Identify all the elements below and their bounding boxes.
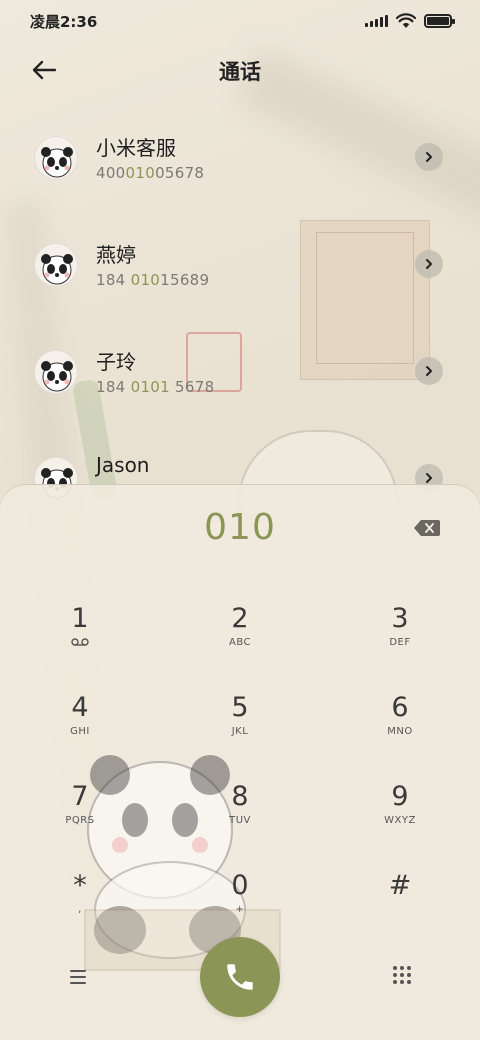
key-4[interactable]: 4 GHI [20,678,140,758]
contact-name: Jason [96,453,150,477]
number-suffix: 05678 [155,164,205,182]
battery-fill [427,17,449,25]
panda-avatar [34,136,78,180]
panda-avatar [34,243,78,287]
panda-avatar [34,350,78,394]
key-letters: JKL [231,726,249,737]
key-letters: TUV [229,815,251,826]
delete-button[interactable] [412,517,442,539]
key-digit: 9 [391,781,409,812]
key-letters: ABC [228,637,251,648]
contact-number: 184 0101 5678 [96,378,214,396]
battery-icon [424,14,455,28]
key-7[interactable]: 7 PQRS [20,767,140,847]
number-match-highlight: 010 [125,164,156,182]
key-digit: 7 [71,781,89,812]
key-letters: GHI [70,726,90,737]
key-digit: 0 [231,870,249,901]
chevron-right-icon [426,152,432,162]
key-letters: + [235,904,245,915]
contact-number: 40001005678 [96,164,204,182]
key-digit: # [388,870,412,901]
number-prefix: 184 [96,378,131,396]
status-icons [365,13,455,29]
keypad-toggle-button[interactable] [390,963,414,987]
key-hash[interactable]: # [340,856,460,936]
key-digit: 5 [231,692,249,723]
signal-bars-icon [365,15,388,27]
number-prefix: 184 [96,271,131,289]
status-time: 凌晨2:36 [30,12,98,31]
backspace-icon [414,520,440,536]
chevron-right-icon [426,259,432,269]
chevron-right-icon [426,473,432,483]
number-prefix: 400 [96,164,126,182]
dialed-number-display: 010 [204,507,276,548]
key-letters: PQRS [65,815,95,826]
key-2[interactable]: 2 ABC [180,589,300,669]
number-match-highlight: 010 [130,271,161,289]
key-digit: 2 [231,603,249,634]
key-3[interactable]: 3 DEF [340,589,460,669]
contact-name: 燕婷 [96,243,136,267]
header: 通话 [0,48,480,92]
key-9[interactable]: 9 WXYZ [340,767,460,847]
status-bar: 凌晨2:36 [0,0,480,42]
key-digit: 4 [71,692,89,723]
key-letters: DEF [389,637,411,648]
contact-number: 184 01015689 [96,271,209,289]
key-5[interactable]: 5 JKL [180,678,300,758]
menu-button[interactable] [64,965,92,989]
key-digit: 3 [391,603,409,634]
contact-item[interactable]: 小米客服 40001005678 [0,104,480,211]
menu-icon [70,970,86,972]
key-digit: 1 [71,603,89,634]
key-digit: 8 [231,781,249,812]
key-6[interactable]: 6 MNO [340,678,460,758]
key-letters [340,904,460,918]
contact-detail-button[interactable] [415,143,443,171]
contact-detail-button[interactable] [415,250,443,278]
key-digit: * [73,870,87,901]
key-letters: WXYZ [384,815,416,826]
phone-icon [227,964,253,990]
key-8[interactable]: 8 TUV [180,767,300,847]
dialpad-panel: 010 1 2 ABC 3 DEF 4 GHI 5 JKL 6 MNO 7 PQ… [0,484,480,1040]
chevron-right-icon [426,366,432,376]
contact-name: 小米客服 [96,136,176,160]
voicemail-icon [71,638,89,646]
page-title: 通话 [219,60,261,84]
key-digit: 6 [391,692,409,723]
key-letters: MNO [387,726,413,737]
contact-name: 子玲 [96,350,136,374]
key-0[interactable]: 0 + [180,856,300,936]
number-match-highlight: 0101 [130,378,170,396]
key-letters: , [78,904,82,915]
number-suffix: 5678 [169,378,215,396]
contact-item[interactable]: 燕婷 184 01015689 [0,211,480,318]
key-star[interactable]: * , [20,856,140,936]
contact-detail-button[interactable] [415,357,443,385]
number-suffix: 15689 [160,271,210,289]
contact-item[interactable]: 子玲 184 0101 5678 [0,318,480,425]
wifi-icon [396,13,416,28]
contact-list: 小米客服 40001005678 燕婷 184 01015689 子玲 184 … [0,104,480,532]
key-1[interactable]: 1 [20,589,140,669]
key-letters [20,637,140,651]
call-button[interactable] [200,937,280,1017]
